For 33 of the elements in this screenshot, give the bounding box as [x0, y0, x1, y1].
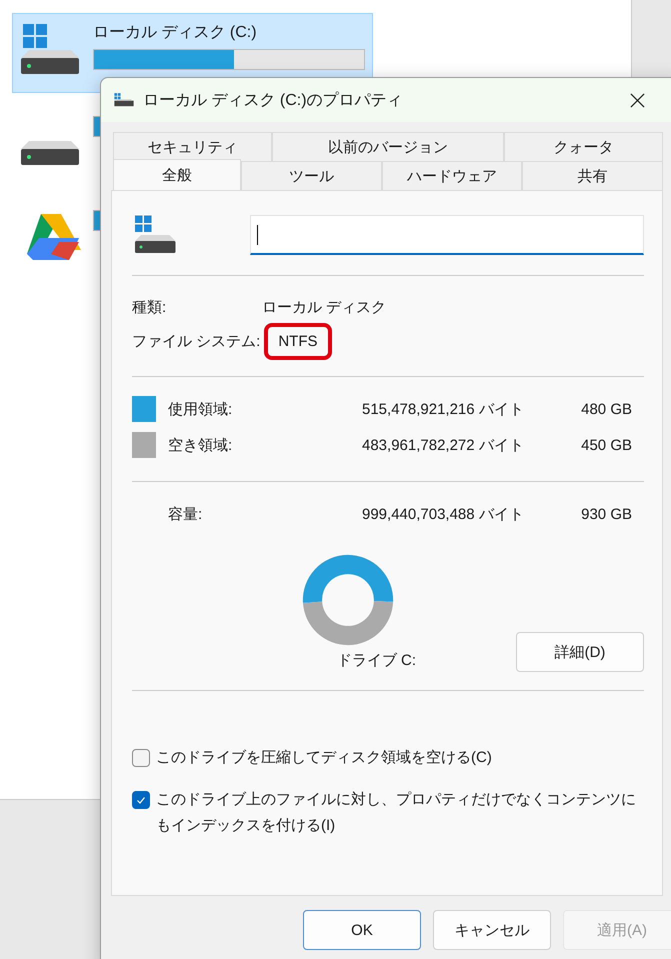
tab[interactable]: 全般 [113, 159, 241, 190]
info-label: 種類: [132, 298, 168, 316]
info-value: NTFS [264, 322, 332, 360]
byte-count: 515,478,921,216 バイト [362, 400, 525, 418]
size-value: 450 GB [580, 436, 632, 454]
capacity-label: 容量: [168, 504, 204, 524]
size-value: 480 GB [580, 400, 632, 418]
details-button[interactable]: 詳細(D) [516, 632, 644, 672]
drive-name: ローカル ディスク (C:) [93, 23, 258, 43]
checkbox-label: このドライブ上のファイルに対し、プロパティだけでなくコンテンツにもインデックスを付ける(I) [156, 790, 636, 836]
byte-count: 999,440,703,488 バイト [362, 504, 525, 524]
tab[interactable]: 共有 [522, 161, 664, 190]
tab[interactable]: 以前のバージョン [272, 132, 504, 161]
close-icon[interactable] [630, 92, 645, 108]
dialog-button[interactable]: OK [303, 910, 421, 950]
window-title: ローカル ディスク (C:)のプロパティ [143, 90, 404, 110]
checkbox-label: このドライブを圧縮してディスク領域を空ける(C) [156, 748, 492, 768]
byte-count: 483,961,782,272 バイト [362, 436, 525, 454]
tab[interactable]: セキュリティ [113, 132, 272, 161]
checkbox[interactable] [132, 749, 150, 767]
info-label: ファイル システム: [132, 332, 260, 350]
size-value: 930 GB [580, 506, 632, 522]
tab[interactable]: ツール [241, 161, 382, 190]
hard-drive-icon [113, 92, 135, 108]
dialog-button[interactable]: キャンセル [433, 910, 551, 950]
name-input-field[interactable] [250, 215, 644, 255]
tab[interactable]: ハードウェア [382, 161, 522, 190]
tab[interactable]: クォータ [504, 132, 663, 161]
usage-label: 使用領域: [168, 400, 234, 418]
checkbox[interactable] [132, 791, 150, 809]
usage-label: 空き領域: [168, 436, 234, 454]
info-value: ローカル ディスク [261, 298, 388, 318]
drive-label: ドライブ C: [336, 651, 416, 671]
